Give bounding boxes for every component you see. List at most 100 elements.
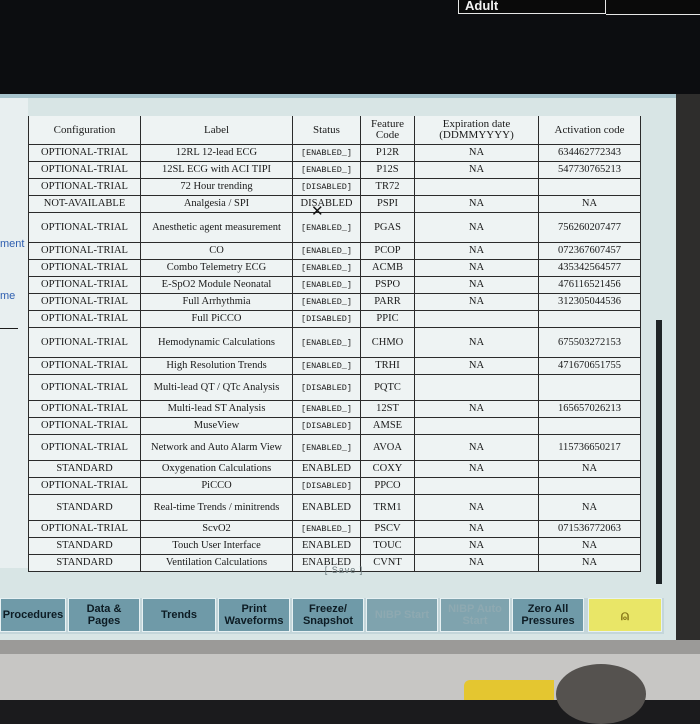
left-panel: ment me	[0, 98, 28, 568]
cell-status: ENABLED	[292, 494, 361, 521]
table-row[interactable]: OPTIONAL-TRIAL Full PiCCO [DISABLED] PPIC	[28, 310, 641, 328]
table-row[interactable]: OPTIONAL-TRIAL Hemodynamic Calculations [E…	[28, 327, 641, 358]
cell-expiration: NA	[414, 460, 539, 478]
cell-configuration: OPTIONAL-TRIAL	[28, 327, 141, 358]
cell-configuration: OPTIONAL-TRIAL	[28, 434, 141, 461]
patient-category-box: Adult	[458, 0, 606, 14]
cell-activation: 675503272153	[538, 327, 641, 358]
cell-code: ACMB	[360, 259, 415, 277]
zero-all-pressures-button[interactable]: Zero All Pressures	[512, 598, 584, 632]
cell-configuration: OPTIONAL-TRIAL	[28, 276, 141, 294]
cell-label: PiCCO	[140, 477, 293, 495]
table-row[interactable]: STANDARD Touch User Interface ENABLED TOUC N…	[28, 537, 641, 555]
cell-label: MuseView	[140, 417, 293, 435]
table-row[interactable]: STANDARD Oxygenation Calculations ENABLED C…	[28, 460, 641, 478]
cursor-x-icon: ✕	[311, 202, 324, 220]
cell-label: Combo Telemetry ECG	[140, 259, 293, 277]
cell-expiration: NA	[414, 494, 539, 521]
nibp-auto-start-button[interactable]: NIBP Auto Start	[440, 598, 510, 632]
cell-expiration: NA	[414, 537, 539, 555]
cell-label: 72 Hour trending	[140, 178, 293, 196]
cell-configuration: NOT-AVAILABLE	[28, 195, 141, 213]
cell-expiration: NA	[414, 212, 539, 243]
cell-code: 12ST	[360, 400, 415, 418]
cell-expiration: NA	[414, 259, 539, 277]
cell-code: PSPO	[360, 276, 415, 294]
table-row[interactable]: OPTIONAL-TRIAL 72 Hour trending [DISABLED]…	[28, 178, 641, 196]
nibp-start-button[interactable]: NIBP Start	[366, 598, 438, 632]
save-button[interactable]: [ Save ]	[314, 565, 374, 579]
scrollbar-thumb[interactable]	[656, 320, 662, 584]
cell-activation: 634462772343	[538, 144, 641, 162]
table-row[interactable]: OPTIONAL-TRIAL Multi-lead ST Analysis [ENA…	[28, 400, 641, 418]
table-row[interactable]: OPTIONAL-TRIAL Combo Telemetry ECG [ENABLE…	[28, 259, 641, 277]
table-row[interactable]: OPTIONAL-TRIAL E-SpO2 Module Neonatal [ENA…	[28, 276, 641, 294]
table-row[interactable]: OPTIONAL-TRIAL Anesthetic agent measureme…	[28, 212, 641, 243]
cell-configuration: OPTIONAL-TRIAL	[28, 259, 141, 277]
cell-expiration: NA	[414, 554, 539, 572]
cell-configuration: OPTIONAL-TRIAL	[28, 417, 141, 435]
cell-expiration: NA	[414, 276, 539, 294]
table-row[interactable]: OPTIONAL-TRIAL High Resolution Trends [ENA…	[28, 357, 641, 375]
alarm-silence-icon: ⍝	[620, 607, 630, 623]
cell-expiration	[414, 477, 539, 495]
cell-code: PSCV	[360, 520, 415, 538]
cell-status: ENABLED	[292, 537, 361, 555]
table-row[interactable]: OPTIONAL-TRIAL MuseView [DISABLED] AMSE	[28, 417, 641, 435]
freeze-snapshot-button[interactable]: Freeze/ Snapshot	[292, 598, 364, 632]
cell-activation	[538, 310, 641, 328]
trim-knob[interactable]	[556, 664, 646, 724]
alarm-silence-button[interactable]: ⍝	[588, 598, 662, 632]
cell-code: PGAS	[360, 212, 415, 243]
left-label-2: me	[0, 290, 16, 302]
cell-label: ScvO2	[140, 520, 293, 538]
cell-label: Real-time Trends / minitrends	[140, 494, 293, 521]
cell-label: Multi-lead ST Analysis	[140, 400, 293, 418]
cell-label: CO	[140, 242, 293, 260]
cell-label: 12SL ECG with ACI TIPI	[140, 161, 293, 179]
cell-activation: 476116521456	[538, 276, 641, 294]
cell-status: [ENABLED_]	[292, 161, 361, 179]
cell-activation	[538, 417, 641, 435]
table-row[interactable]: OPTIONAL-TRIAL Full Arrhythmia [ENABLED_] P…	[28, 293, 641, 311]
cell-expiration: NA	[414, 242, 539, 260]
cell-code: P12S	[360, 161, 415, 179]
cell-configuration: OPTIONAL-TRIAL	[28, 520, 141, 538]
table-row[interactable]: OPTIONAL-TRIAL ScvO2 [ENABLED_] PSCV NA 07153…	[28, 520, 641, 538]
data-pages-button[interactable]: Data & Pages	[68, 598, 140, 632]
cell-configuration: OPTIONAL-TRIAL	[28, 161, 141, 179]
cell-label: Touch User Interface	[140, 537, 293, 555]
left-label-1: ment	[0, 238, 25, 250]
cell-code: PPCO	[360, 477, 415, 495]
cell-code: PPIC	[360, 310, 415, 328]
table-row[interactable]: OPTIONAL-TRIAL 12SL ECG with ACI TIPI [ENA…	[28, 161, 641, 179]
cell-code: PQTC	[360, 374, 415, 401]
cell-code: P12R	[360, 144, 415, 162]
cell-activation	[538, 374, 641, 401]
procedures-button[interactable]: Procedures	[0, 598, 66, 632]
cell-label: Multi-lead QT / QTc Analysis	[140, 374, 293, 401]
cell-status: [DISABLED]	[292, 310, 361, 328]
bezel-right	[676, 94, 700, 640]
table-row[interactable]: OPTIONAL-TRIAL 12RL 12-lead ECG [ENABLED_]…	[28, 144, 641, 162]
cell-configuration: OPTIONAL-TRIAL	[28, 374, 141, 401]
table-row[interactable]: OPTIONAL-TRIAL Network and Auto Alarm Vie…	[28, 434, 641, 461]
cell-expiration	[414, 310, 539, 328]
cell-activation: NA	[538, 537, 641, 555]
table-row[interactable]: STANDARD Real-time Trends / minitrends ENA…	[28, 494, 641, 521]
cell-activation: 115736650217	[538, 434, 641, 461]
cell-label: E-SpO2 Module Neonatal	[140, 276, 293, 294]
table-row[interactable]: NOT-AVAILABLE Analgesia / SPI DISABLED PSPI…	[28, 195, 641, 213]
cell-expiration: NA	[414, 161, 539, 179]
table-row[interactable]: OPTIONAL-TRIAL Multi-lead QT / QTc Analys…	[28, 374, 641, 401]
table-row[interactable]: OPTIONAL-TRIAL CO [ENABLED_] PCOP NA 07236760…	[28, 242, 641, 260]
cell-configuration: OPTIONAL-TRIAL	[28, 242, 141, 260]
hardware-alarm-key[interactable]	[464, 680, 554, 700]
table-row[interactable]: OPTIONAL-TRIAL PiCCO [DISABLED] PPCO	[28, 477, 641, 495]
cell-label: Network and Auto Alarm View	[140, 434, 293, 461]
print-waveforms-button[interactable]: Print Waveforms	[218, 598, 290, 632]
trends-button[interactable]: Trends	[142, 598, 216, 632]
cell-activation: NA	[538, 554, 641, 572]
cell-status: [ENABLED_]	[292, 520, 361, 538]
cell-status: [ENABLED_]	[292, 400, 361, 418]
